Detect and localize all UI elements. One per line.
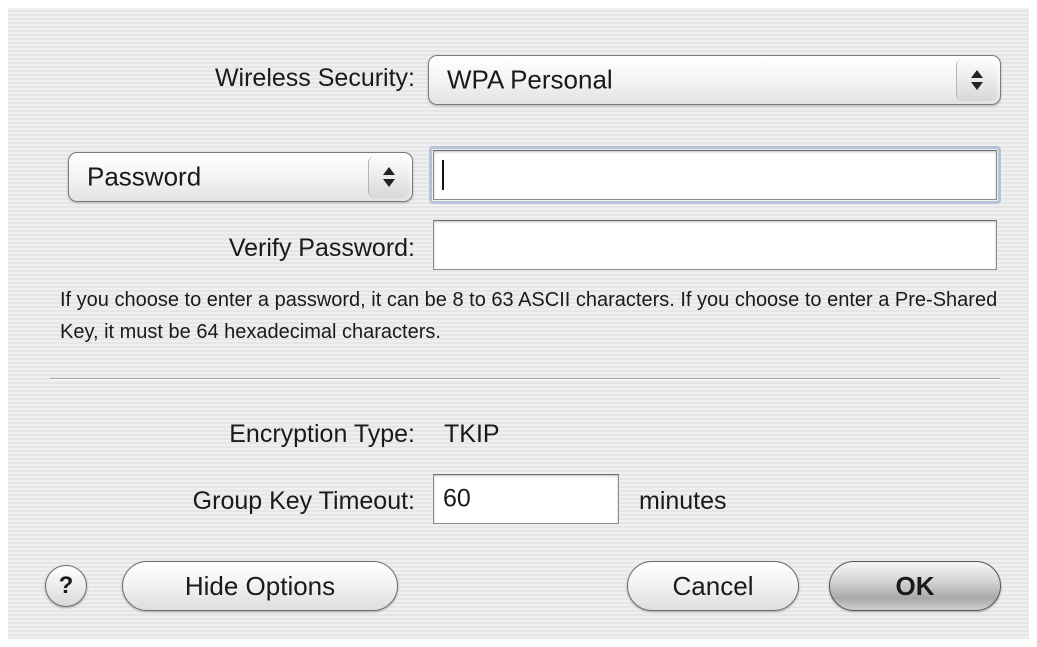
encryption-type-label: Encryption Type: [229,420,415,448]
hide-options-button[interactable]: Hide Options [122,561,398,611]
text-caret [442,160,444,190]
ok-button[interactable]: OK [829,561,1001,611]
password-type-value: Password [87,161,202,192]
group-key-timeout-label: Group Key Timeout: [192,487,415,515]
verify-password-label: Verify Password: [228,234,415,262]
group-key-timeout-field[interactable]: 60 [433,474,619,524]
wireless-security-label: Wireless Security: [214,64,415,92]
password-info-text: If you choose to enter a password, it ca… [60,289,998,343]
question-mark-icon: ? [58,572,74,599]
separator [50,378,1000,380]
group-key-timeout-unit: minutes [639,487,727,515]
help-button[interactable]: ? [45,565,87,607]
up-down-arrows-icon [956,59,997,101]
encryption-type-value: TKIP [444,420,500,448]
password-type-popup[interactable]: Password [68,152,413,202]
wireless-security-popup[interactable]: WPA Personal [428,55,1001,105]
cancel-button[interactable]: Cancel [627,561,799,611]
password-field[interactable] [433,150,997,200]
up-down-arrows-icon [368,156,409,198]
group-key-timeout-value: 60 [443,484,471,513]
wireless-security-value: WPA Personal [447,64,613,95]
verify-password-field[interactable] [433,220,997,270]
